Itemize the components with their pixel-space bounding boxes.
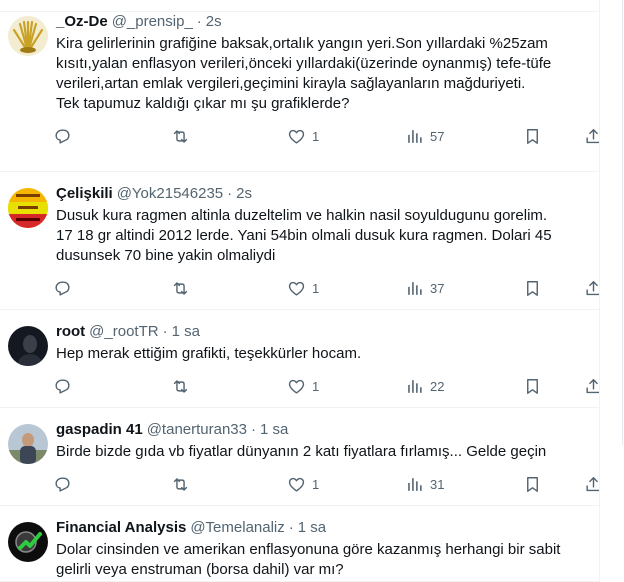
views-button[interactable]: 37 (405, 278, 444, 298)
tweet-actions: 1 22 (53, 366, 599, 406)
tweet-actions: 1 37 (53, 268, 599, 308)
author-handle[interactable]: @Yok21546235 (117, 184, 223, 204)
bookmark-button[interactable] (523, 474, 542, 494)
reply-button[interactable] (53, 278, 72, 298)
separator-dot: · (251, 421, 256, 438)
tweet[interactable]: Financial Analysis @Temelanaliz · 1 sa D… (0, 506, 599, 582)
share-button[interactable] (584, 376, 599, 396)
reply-icon (55, 128, 70, 144)
tweet-text: Kira gelirlerinin grafiğine baksak,ortal… (56, 35, 552, 112)
timestamp[interactable]: 1 sa (260, 420, 288, 440)
author-handle[interactable]: @Temelanaliz (190, 518, 284, 538)
avatar[interactable] (8, 522, 48, 562)
retweet-icon (173, 379, 188, 393)
author-handle[interactable]: @tanerturan33 (147, 420, 247, 440)
like-count: 1 (312, 128, 320, 144)
like-count: 1 (312, 476, 320, 492)
right-rail (600, 0, 624, 582)
like-count: 1 (312, 280, 320, 296)
author-name[interactable]: Çelişkili (56, 184, 113, 204)
retweet-icon (173, 281, 188, 295)
rail-divider (622, 0, 623, 445)
retweet-button[interactable] (171, 126, 190, 146)
views-count: 57 (430, 128, 445, 144)
reply-button[interactable] (53, 376, 72, 396)
tweet-text: Birde bizde gıda vb fiyatlar dünyanın 2 … (56, 443, 547, 460)
timestamp[interactable]: 1 sa (172, 322, 200, 342)
separator-dot: · (162, 323, 168, 340)
tweet[interactable]: gaspadin 41 @tanerturan33 · 1 sa Birde b… (0, 408, 599, 506)
avatar[interactable] (8, 188, 48, 228)
tweet[interactable]: _Oz-De @_prensip_ · 2s Kira gelirlerinin… (0, 0, 599, 172)
avatar[interactable] (8, 326, 48, 366)
retweet-icon (173, 477, 188, 491)
retweet-button[interactable] (171, 278, 190, 298)
reply-icon (55, 378, 70, 394)
author-name[interactable]: gaspadin 41 (56, 420, 143, 440)
retweet-icon (173, 129, 188, 143)
share-button[interactable] (584, 474, 599, 494)
timeline-feed: _Oz-De @_prensip_ · 2s Kira gelirlerinin… (0, 0, 600, 582)
tweet-text: Hep merak ettiğim grafikti, teşekkürler … (56, 345, 362, 362)
author-name[interactable]: _Oz-De (56, 12, 108, 32)
heart-icon (288, 477, 305, 492)
tweet[interactable]: root @_rootTR · 1 sa Hep merak ettiğim g… (0, 310, 599, 408)
reply-button[interactable] (53, 474, 72, 494)
author-handle[interactable]: @_rootTR (89, 322, 158, 342)
like-button[interactable]: 1 (287, 126, 319, 146)
share-icon (586, 280, 599, 295)
like-count: 1 (312, 378, 320, 394)
tweet-actions: 1 57 (53, 116, 599, 156)
separator-dot: · (227, 185, 233, 202)
share-button[interactable] (584, 126, 599, 146)
share-icon (586, 128, 599, 143)
tweet-actions: 1 31 (53, 464, 599, 504)
heart-icon (288, 129, 305, 144)
bookmark-icon (527, 128, 538, 144)
views-chart-icon (408, 129, 422, 143)
bookmark-button[interactable] (523, 376, 542, 396)
share-button[interactable] (584, 278, 599, 298)
views-count: 31 (430, 476, 445, 492)
separator-dot: · (196, 13, 202, 30)
like-button[interactable]: 1 (287, 376, 319, 396)
author-handle[interactable]: @_prensip_ (112, 12, 193, 32)
reply-button[interactable] (53, 126, 72, 146)
avatar[interactable] (8, 16, 48, 56)
bookmark-icon (527, 280, 538, 296)
retweet-button[interactable] (171, 474, 190, 494)
separator-dot: · (288, 519, 294, 536)
views-count: 37 (430, 280, 445, 296)
reply-icon (55, 280, 70, 296)
author-name[interactable]: root (56, 322, 85, 342)
heart-icon (288, 281, 305, 296)
tweet-text: Dolar cinsinden ve amerikan enflasyonuna… (56, 541, 561, 578)
views-chart-icon (408, 379, 422, 393)
share-icon (586, 476, 599, 491)
views-button[interactable]: 31 (405, 474, 444, 494)
bookmark-button[interactable] (523, 278, 542, 298)
bookmark-button[interactable] (523, 126, 542, 146)
views-chart-icon (408, 477, 422, 491)
timestamp[interactable]: 2s (206, 12, 222, 32)
bookmark-icon (527, 476, 538, 492)
avatar[interactable] (8, 424, 48, 464)
share-icon (586, 378, 599, 393)
timestamp[interactable]: 1 sa (298, 518, 326, 538)
views-count: 22 (430, 378, 445, 394)
like-button[interactable]: 1 (287, 278, 319, 298)
views-button[interactable]: 57 (405, 126, 444, 146)
tweet[interactable]: Çelişkili @Yok21546235 · 2s Dusuk kura r… (0, 172, 599, 310)
reply-icon (55, 476, 70, 492)
retweet-button[interactable] (171, 376, 190, 396)
like-button[interactable]: 1 (287, 474, 319, 494)
views-chart-icon (408, 281, 422, 295)
bookmark-icon (527, 378, 538, 394)
timestamp[interactable]: 2s (236, 184, 252, 204)
author-name[interactable]: Financial Analysis (56, 518, 186, 538)
views-button[interactable]: 22 (405, 376, 444, 396)
tweet-text: Dusuk kura ragmen altinla duzeltelim ve … (56, 207, 552, 264)
heart-icon (288, 379, 305, 394)
